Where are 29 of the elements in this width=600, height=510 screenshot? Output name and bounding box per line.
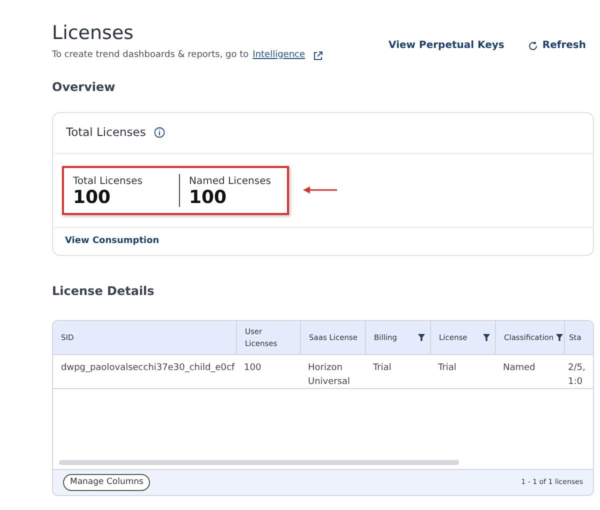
subtitle-text: To create trend dashboards & reports, go to — [52, 48, 249, 62]
intelligence-link[interactable]: Intelligence — [252, 48, 306, 62]
refresh-icon — [528, 40, 538, 50]
view-consumption-link[interactable]: View Consumption — [53, 226, 593, 256]
table-cell-text: 2/5, 1:0 — [567, 362, 586, 388]
stat-value: 100 — [189, 188, 228, 207]
stat-label: Total Licenses — [73, 174, 144, 189]
filter-icon[interactable] — [483, 334, 490, 342]
section-heading: Overview — [52, 79, 116, 96]
table-cell-text: 100 — [243, 362, 262, 376]
manage-columns-button[interactable]: Manage Columns — [63, 474, 150, 491]
arrow-icon — [303, 186, 337, 194]
table-cell-text: Horizon Universal — [307, 362, 352, 388]
external-link-icon[interactable] — [313, 50, 324, 61]
table-cell-text: Trial — [372, 362, 392, 376]
stat-value: 100 — [73, 188, 112, 207]
table-cell-text: Trial — [437, 362, 458, 376]
filter-icon[interactable] — [418, 334, 425, 342]
card-title: Total Licenses — [66, 124, 146, 142]
table-cell-text: Named — [502, 362, 536, 376]
perpetual-keys-button[interactable]: View Perpetual Keys — [388, 38, 504, 53]
scrollbar-thumb[interactable] — [59, 460, 459, 466]
page-title: Licenses — [52, 22, 135, 45]
stat-label: Named Licenses — [189, 174, 272, 189]
filter-icon[interactable] — [556, 334, 563, 342]
table-cell-text: dwpg_paolovalsecchi37e30_child_e0cf — [60, 362, 236, 376]
info-icon[interactable] — [154, 127, 165, 138]
refresh-button[interactable]: Refresh — [528, 38, 586, 53]
section-heading: License Details — [52, 283, 156, 300]
